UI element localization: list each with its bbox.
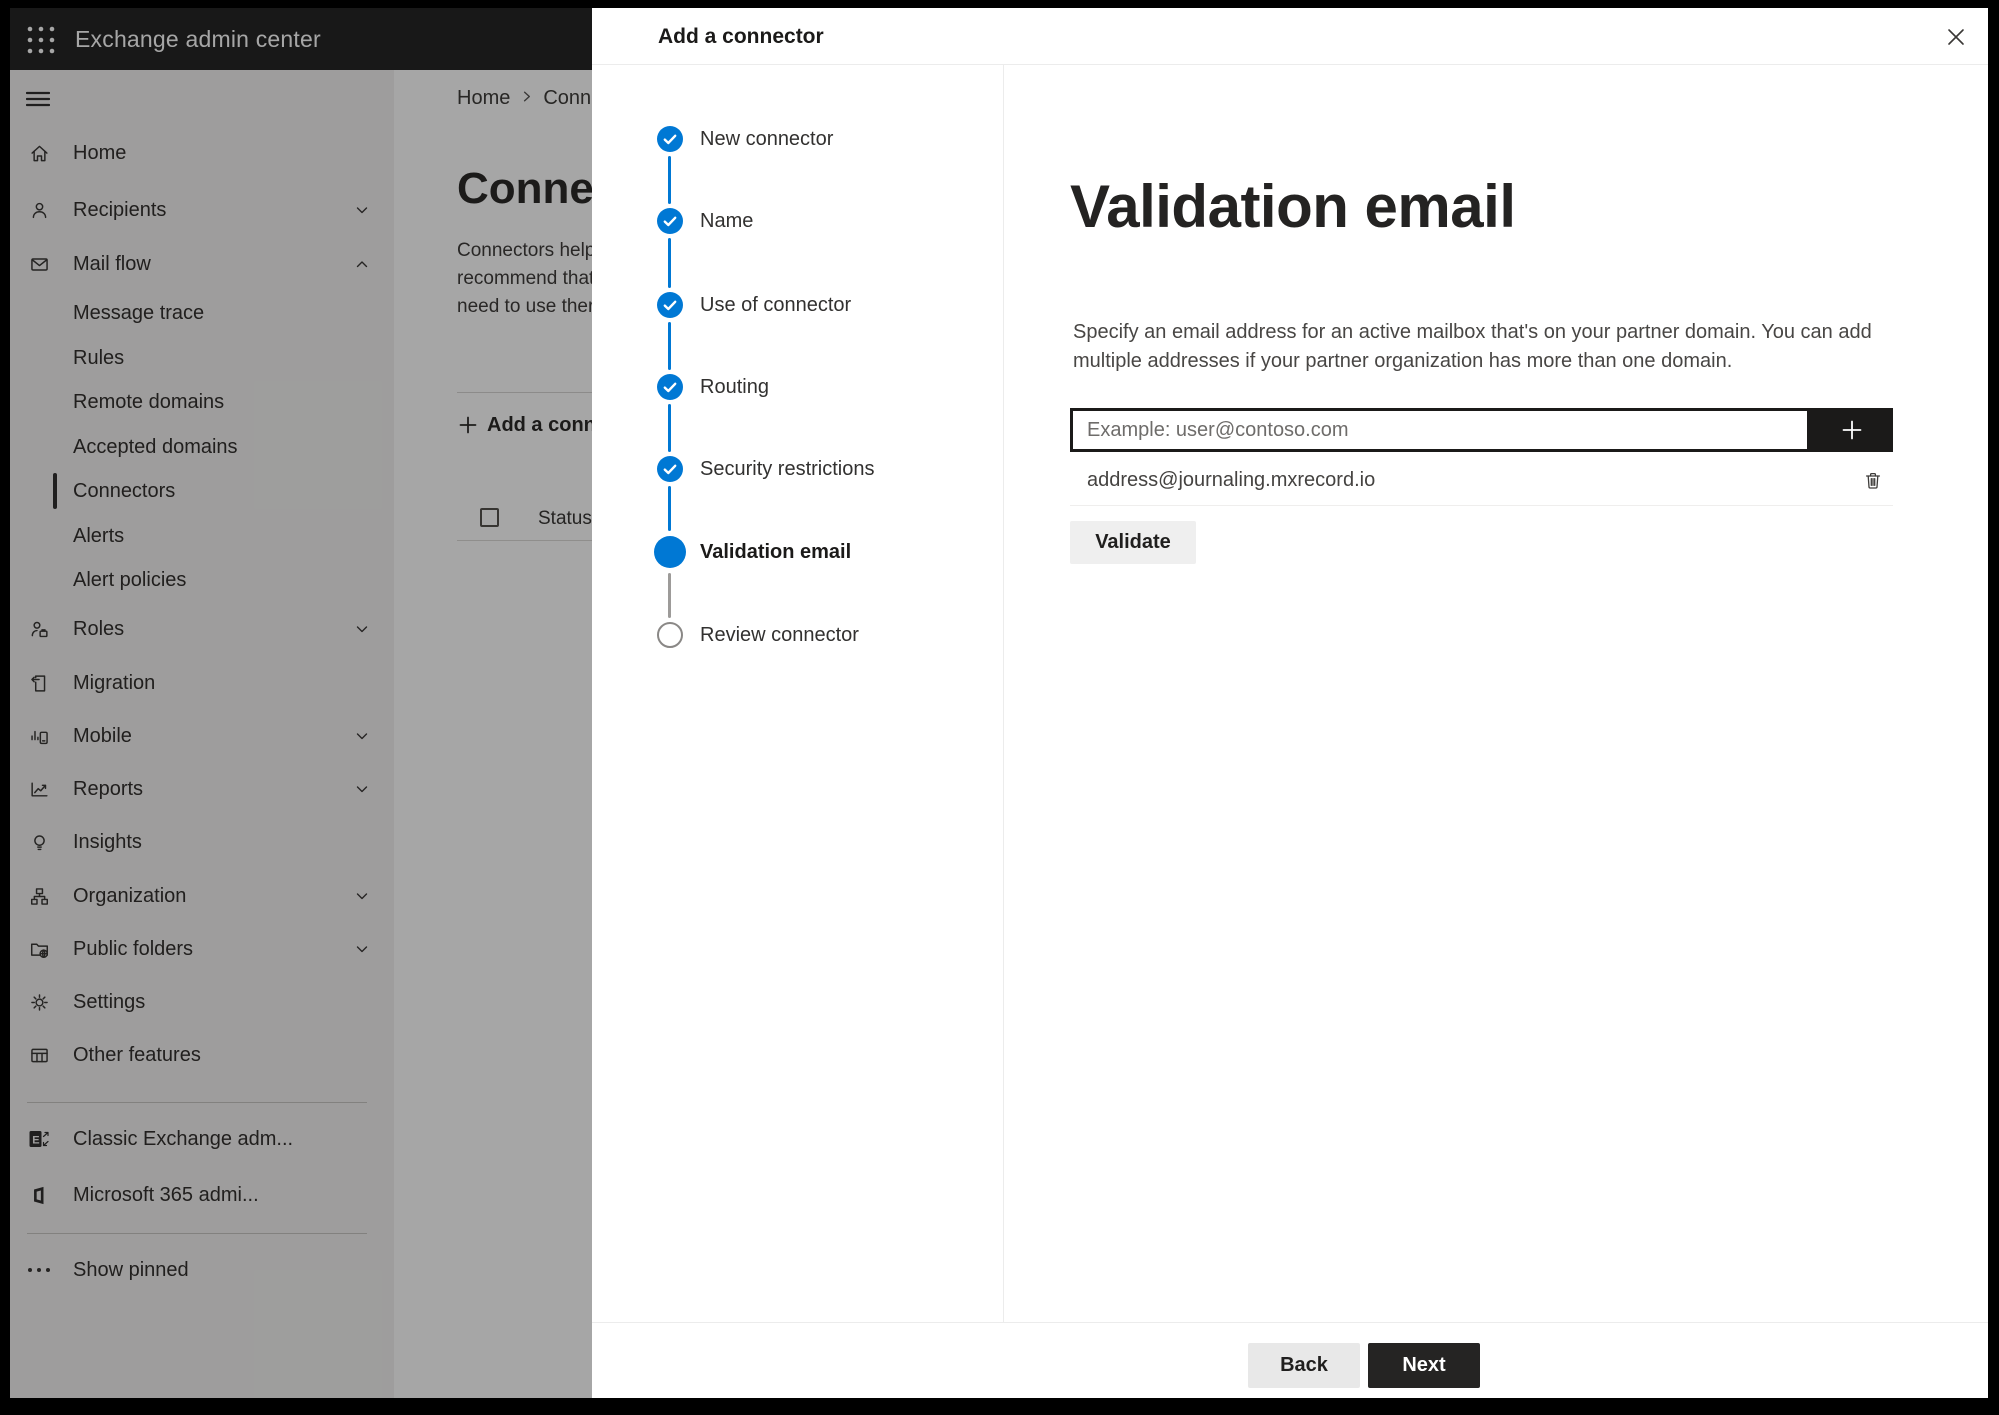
step-heading: Validation email — [1070, 173, 1516, 240]
step-completed-icon — [657, 292, 683, 318]
next-button[interactable]: Next — [1368, 1343, 1480, 1388]
step-label: Use of connector — [700, 293, 852, 316]
back-button[interactable]: Back — [1248, 1343, 1360, 1388]
step-upcoming-icon — [657, 622, 683, 648]
step-connector-line — [668, 322, 671, 370]
step-description-line: Specify an email address for an active m… — [1073, 321, 1872, 343]
step-connector-line — [668, 238, 671, 288]
email-address-row: address@journaling.mxrecord.io — [1070, 461, 1893, 501]
step-label: Routing — [700, 375, 769, 398]
add-connector-panel: Add a connector New connector Name Use o… — [592, 8, 1988, 1398]
trash-icon — [1865, 472, 1881, 489]
close-button[interactable] — [1940, 21, 1972, 53]
validation-email-input[interactable] — [1070, 408, 1810, 452]
step-completed-icon — [657, 374, 683, 400]
panel-header: Add a connector — [592, 8, 1988, 65]
plus-icon — [1842, 420, 1861, 440]
step-description: Specify an email address for an active m… — [1073, 318, 1872, 376]
step-completed-icon — [657, 126, 683, 152]
step-connector-line — [668, 404, 671, 452]
step-description-line: multiple addresses if your partner organ… — [1073, 350, 1733, 372]
wizard-steps: New connector Name Use of connector Rout… — [592, 65, 1004, 1322]
validate-button[interactable]: Validate — [1070, 521, 1196, 564]
step-label: Security restrictions — [700, 457, 875, 480]
step-completed-icon — [657, 456, 683, 482]
add-email-button[interactable] — [1810, 408, 1893, 452]
step-label: Review connector — [700, 623, 859, 646]
panel-title: Add a connector — [658, 25, 824, 48]
step-connector-line — [668, 156, 671, 204]
step-connector-line — [668, 573, 671, 618]
step-label: Name — [700, 209, 754, 232]
step-label: New connector — [700, 127, 834, 150]
step-connector-line — [668, 486, 671, 531]
validation-email-step-content: Validation email Specify an email addres… — [1004, 65, 1988, 1322]
step-completed-icon — [657, 208, 683, 234]
step-current-icon — [654, 536, 686, 568]
email-address-value: address@journaling.mxrecord.io — [1087, 469, 1376, 491]
app-window: Exchange admin center Home Recipients Ma… — [10, 8, 1988, 1398]
delete-address-button[interactable] — [1853, 461, 1893, 501]
panel-footer: Back Next — [592, 1322, 1988, 1398]
close-icon — [1948, 29, 1964, 45]
address-list-divider — [1070, 505, 1893, 506]
step-label: Validation email — [700, 540, 852, 563]
